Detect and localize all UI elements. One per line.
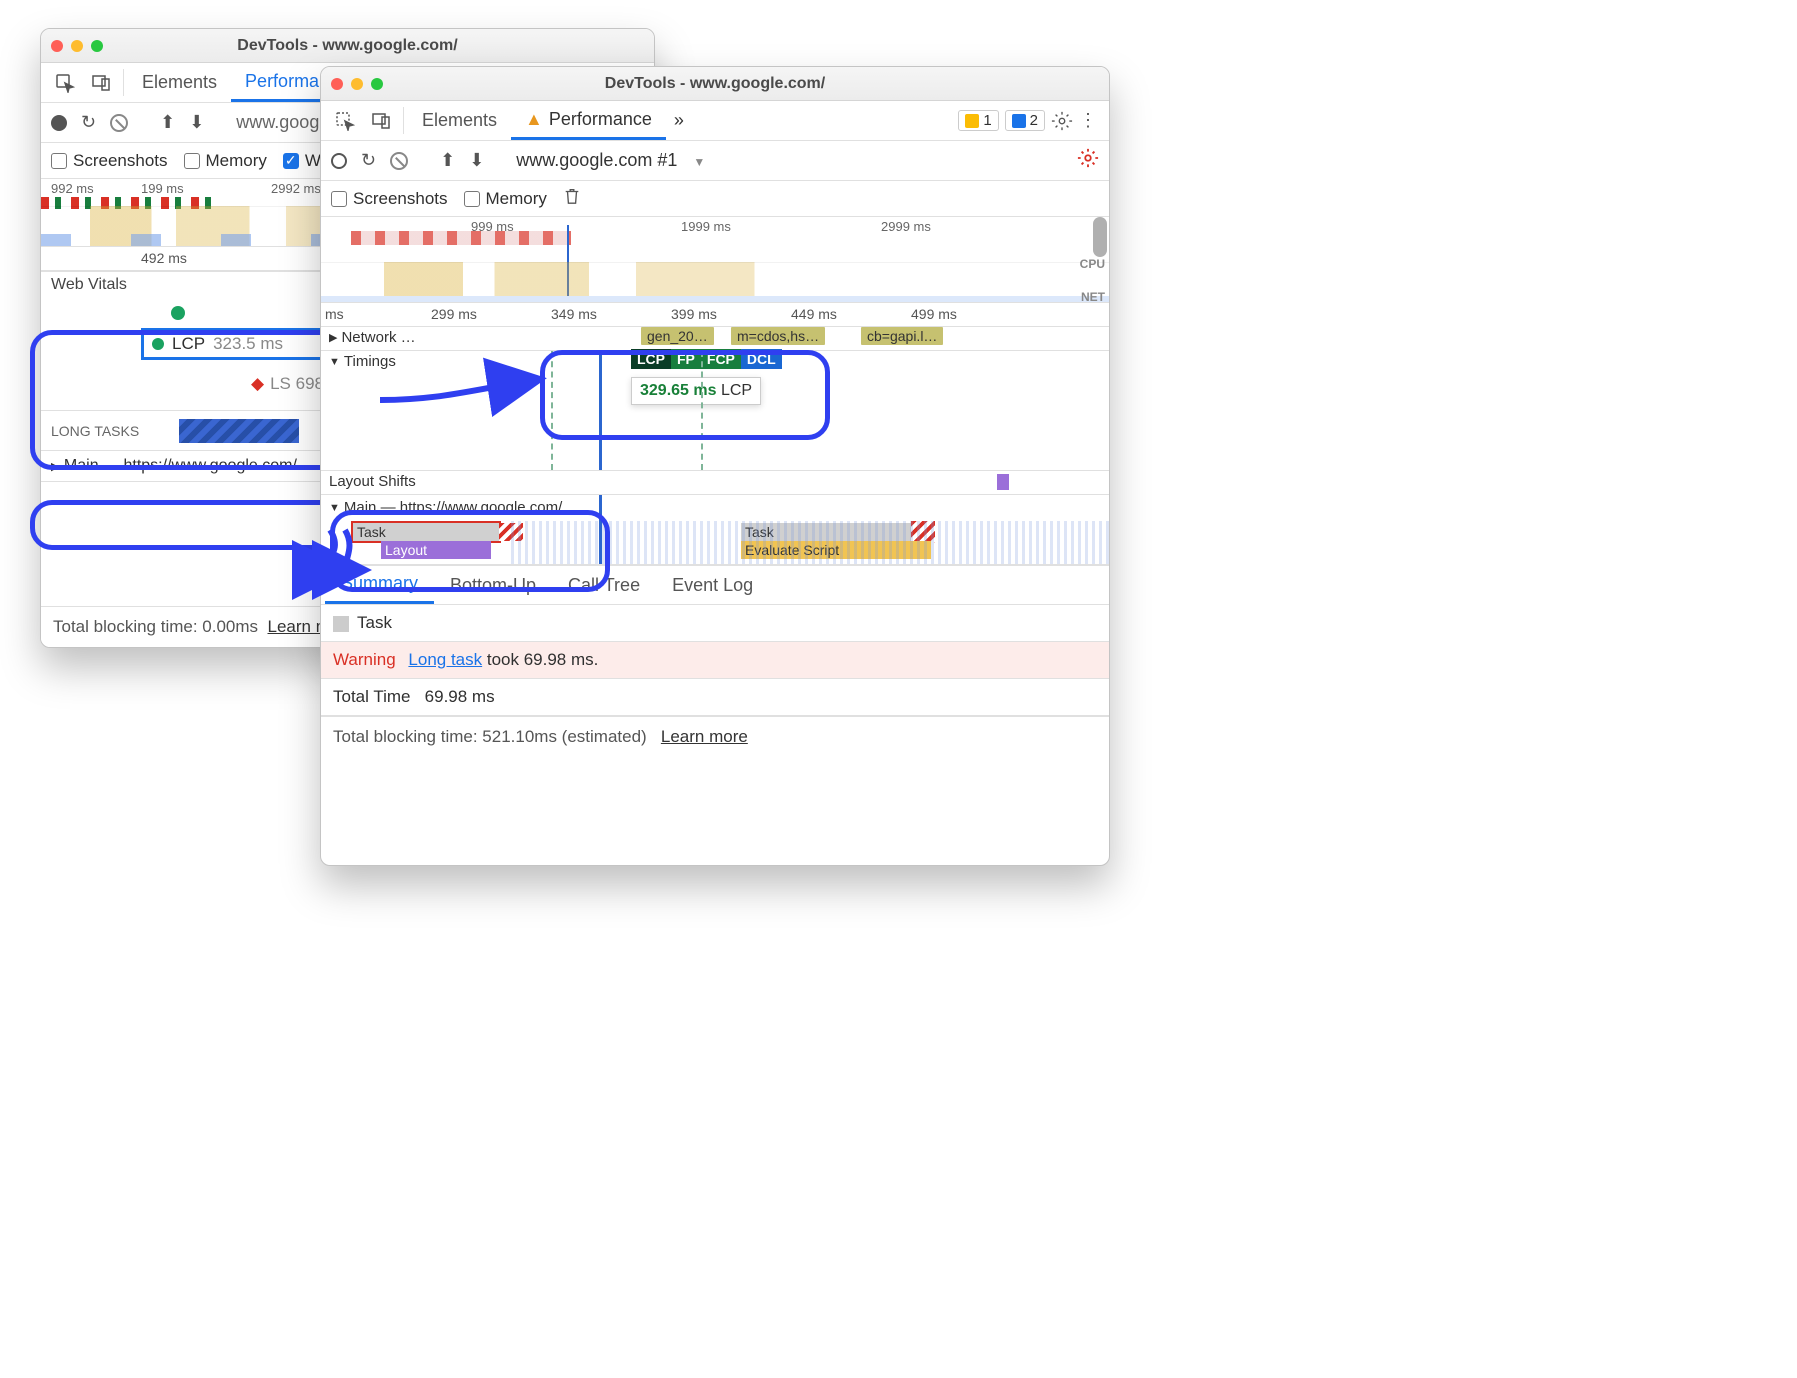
ruler-tick: 492 ms [141,250,187,266]
total-time-label: Total Time [333,687,410,706]
summary-title-row: Task [321,605,1109,642]
tick-label: 992 ms [51,181,94,196]
devtools-tabs: Elements ▲Performance » 1 2 ⋮ [321,101,1109,141]
network-track[interactable]: ▶ Network … gen_20… m=cdos,hs… cb=gapi.l… [321,327,1109,351]
total-time-value: 69.98 ms [425,687,495,706]
memory-checkbox[interactable]: Memory [184,151,267,171]
minimize-icon[interactable] [71,40,83,52]
network-request[interactable]: m=cdos,hs… [731,327,825,345]
tick-label: 1999 ms [681,219,731,234]
learn-more-link[interactable]: Learn more [661,727,748,746]
window-title: DevTools - www.google.com/ [41,37,654,55]
window-controls [51,40,103,52]
window-controls [331,78,383,90]
upload-icon[interactable]: ⬆ [160,112,175,133]
warning-label: Warning [333,650,396,669]
warning-icon: ▲ [525,109,543,130]
settings-icon[interactable] [1051,110,1073,132]
time-ruler[interactable]: ms 299 ms 349 ms 399 ms 449 ms 499 ms [321,303,1109,327]
reload-button[interactable]: ↻ [81,112,96,133]
capture-settings-icon[interactable] [1077,147,1099,174]
ruler-tick: 499 ms [911,306,957,322]
tick-label: 2992 ms [271,181,321,196]
capture-options: Screenshots Memory [321,181,1109,217]
network-request[interactable]: cb=gapi.l… [861,327,943,345]
summary-task-label: Task [357,613,392,632]
upload-icon[interactable]: ⬆ [440,150,455,171]
footer: Total blocking time: 521.10ms (estimated… [321,716,1109,757]
network-label: Network … [341,329,415,346]
inspect-icon[interactable] [47,63,83,102]
lcp-marker-icon[interactable] [171,306,185,320]
tab-performance[interactable]: ▲Performance [511,101,666,140]
callout-timings [540,350,830,440]
expand-icon[interactable]: ▶ [329,331,337,344]
inspect-icon[interactable] [327,101,363,140]
download-icon[interactable]: ⬇ [189,112,204,133]
minimize-icon[interactable] [351,78,363,90]
ruler-tick: 449 ms [791,306,837,322]
long-task-link[interactable]: Long task [408,650,482,669]
ruler-tick: ms [325,306,344,322]
issues-message-badge[interactable]: 2 [1005,110,1045,131]
layout-shift-marker[interactable] [997,474,1009,490]
layout-shifts-track[interactable]: Layout Shifts [321,471,1109,495]
window-title: DevTools - www.google.com/ [321,75,1109,93]
devtools-window-2: DevTools - www.google.com/ Elements ▲Per… [320,66,1110,866]
warning-text: took 69.98 ms. [482,650,598,669]
tab-elements[interactable]: Elements [128,63,231,102]
ruler-tick: 349 ms [551,306,597,322]
maximize-icon[interactable] [371,78,383,90]
network-request[interactable]: gen_20… [641,327,714,345]
screenshots-checkbox[interactable]: Screenshots [51,151,168,171]
issues-warning-badge[interactable]: 1 [958,110,998,131]
titlebar[interactable]: DevTools - www.google.com/ [41,29,654,63]
collapse-icon[interactable]: ▼ [329,356,340,368]
titlebar[interactable]: DevTools - www.google.com/ [321,67,1109,101]
timings-label: Timings [344,353,396,370]
device-toggle-icon[interactable] [363,101,399,140]
download-icon[interactable]: ⬇ [469,150,484,171]
tick-label: 199 ms [141,181,184,196]
close-icon[interactable] [331,78,343,90]
layout-shifts-label: Layout Shifts [329,473,1109,490]
record-button[interactable] [51,115,67,131]
tab-event-log[interactable]: Event Log [656,566,769,604]
clear-button[interactable] [110,114,128,132]
trash-icon[interactable] [563,187,581,210]
scrollbar-thumb[interactable] [1093,217,1107,257]
more-tabs[interactable]: » [666,101,692,140]
tbt-text: Total blocking time: 521.10ms (estimated… [333,727,647,746]
summary-total-time-row: Total Time 69.98 ms [321,679,1109,716]
summary-warning-row: Warning Long task took 69.98 ms. [321,642,1109,679]
close-icon[interactable] [51,40,63,52]
task-swatch-icon [333,616,349,632]
maximize-icon[interactable] [91,40,103,52]
tick-label: 2999 ms [881,219,931,234]
chevron-down-icon: ▼ [693,155,705,169]
scrollbar[interactable] [1093,217,1107,845]
ruler-tick: 299 ms [431,306,477,322]
task-block[interactable]: Task [741,523,911,541]
screenshots-checkbox[interactable]: Screenshots [331,189,448,209]
callout-main-task [330,510,610,592]
tab-elements[interactable]: Elements [408,101,511,140]
device-toggle-icon[interactable] [83,63,119,102]
collapse-icon[interactable]: ▼ [329,502,340,514]
tbt-text: Total blocking time: 0.00ms [53,617,258,636]
clear-button[interactable] [390,152,408,170]
record-button[interactable] [331,153,347,169]
kebab-menu-icon[interactable]: ⋮ [1079,110,1101,132]
perf-toolbar: ↻ ⬆ ⬇ www.google.com #1▼ [321,141,1109,181]
recording-dropdown[interactable]: www.google.com #1▼ [516,150,705,171]
evaluate-script-block[interactable]: Evaluate Script [741,541,931,559]
memory-checkbox[interactable]: Memory [464,189,547,209]
overview-timeline[interactable]: 999 ms 1999 ms 2999 ms CPU NET [321,217,1109,303]
ruler-tick: 399 ms [671,306,717,322]
reload-button[interactable]: ↻ [361,150,376,171]
